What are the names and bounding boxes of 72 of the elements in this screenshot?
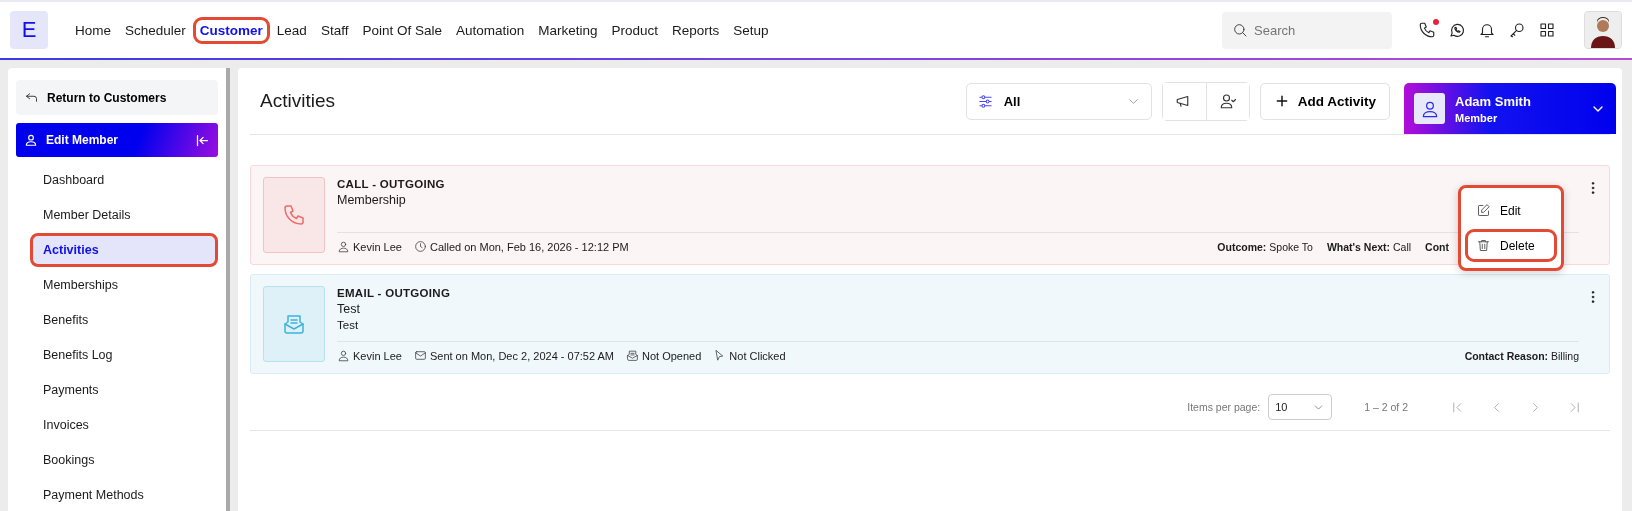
activity-date: Sent on Mon, Dec 2, 2024 - 07:52 AM [429,349,614,362]
key-icon [1508,21,1526,39]
member-role: Member [1455,111,1499,124]
trash-icon [1476,238,1491,253]
chat-icon [1448,21,1466,39]
activity-date: Called on Mon, Feb 16, 2026 - 12:12 PM [429,240,629,253]
nav-link[interactable]: Lead [269,16,314,44]
nav-link[interactable]: Point Of Sale [355,16,449,44]
filter-dropdown[interactable]: All [965,82,1152,120]
back-arrow-icon [24,90,39,105]
sidebar-item[interactable]: Payments [30,373,218,407]
page-size-label: Items per page: [1187,401,1261,413]
add-activity-button[interactable]: Add Activity [1259,82,1390,120]
nav-link[interactable]: Customer [192,16,270,44]
activity-type: CALL - OUTGOING [337,178,446,190]
search-field[interactable]: Search [1222,11,1392,49]
staff-name: Kevin Lee [353,349,402,362]
nav-link[interactable]: Reports [665,16,727,44]
activity-subject: Test [337,302,361,316]
page-title: Activities [260,90,336,112]
assign-button[interactable] [1205,82,1249,120]
activity-type: EMAIL - OUTGOING [337,287,452,299]
tracking-status: Not Opened [642,349,702,362]
nav-link[interactable]: Product [604,16,666,44]
user-avatar[interactable] [1584,11,1622,49]
member-card[interactable]: Adam Smith Member [1404,83,1616,134]
sliders-icon [976,92,994,110]
inbox-icon [626,349,639,362]
user-icon [337,240,350,253]
nav-link[interactable]: Scheduler [118,16,193,44]
bell-icon [1478,21,1496,39]
activity-detail: Outcome: Spoke To [1217,240,1313,253]
app-logo[interactable]: E [10,11,48,49]
inbox-icon [282,312,306,336]
activity-detail: Cont [1425,240,1449,253]
phone-icon [1418,21,1436,39]
sidebar-item[interactable]: Bookings [30,443,218,477]
menu-item[interactable]: Edit [1465,194,1557,227]
nav-link[interactable]: Home [68,16,118,44]
sidebar-item[interactable]: Benefits [30,303,218,337]
clock-icon [413,240,427,253]
user-check-icon [1218,92,1237,110]
menu-item[interactable]: Delete [1465,229,1557,262]
phone-icon [282,203,306,227]
activity-subject: Membership [337,193,407,207]
sidebar-item[interactable]: Member Details [30,198,218,232]
collapse-icon [195,132,210,148]
sidebar-item[interactable]: Benefits Log [30,338,218,372]
sidebar-item[interactable]: Invoices [30,408,218,442]
sidebar-item[interactable]: Memberships [30,268,218,302]
page-size-select[interactable]: 10 [1268,394,1333,420]
section-title: Edit Member [46,133,119,147]
nav-link[interactable]: Marketing [531,16,605,44]
page-range: 1 – 2 of 2 [1364,401,1408,413]
member-name: Adam Smith [1455,93,1532,109]
sidebar-item[interactable]: Dashboard [30,163,218,197]
sidebar-item[interactable]: Payment Methods [30,478,218,511]
user-icon [337,349,350,362]
grid-icon [1538,21,1556,39]
activity-detail: What's Next: Call [1326,240,1412,253]
nav-link[interactable]: Setup [726,16,776,44]
nav-link[interactable]: Automation [448,16,532,44]
tracking-status: Not Clicked [729,349,786,362]
nav-link[interactable]: Staff [313,16,356,44]
mail-icon [413,349,427,362]
return-button[interactable]: Return to Customers [16,80,218,115]
user-icon [24,133,38,147]
staff-name: Kevin Lee [353,240,402,253]
activity-detail: Contact Reason: Billing [1464,349,1579,362]
activity-note: Test [337,319,360,331]
sidebar-item[interactable]: Activities [30,233,218,267]
edit-icon [1476,203,1491,218]
